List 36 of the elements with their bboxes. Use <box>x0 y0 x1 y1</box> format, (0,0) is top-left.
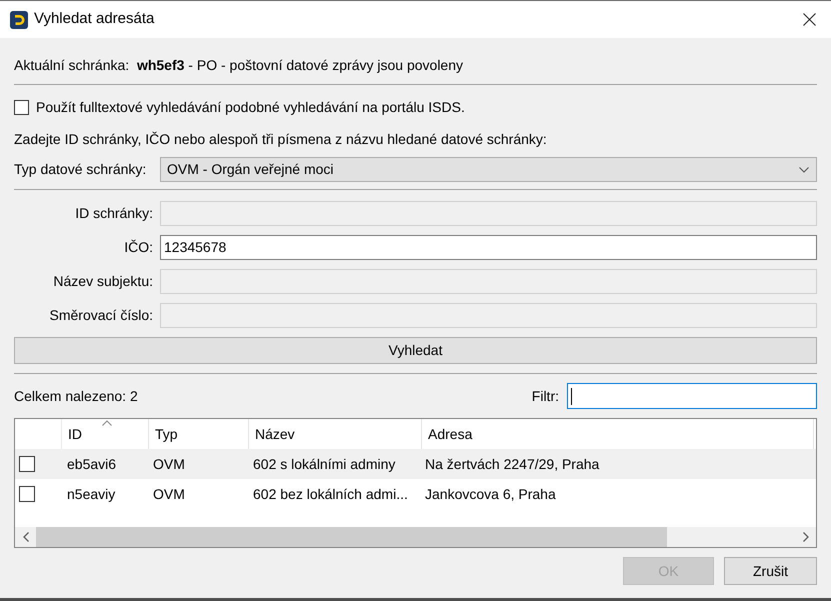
chevron-down-icon <box>799 166 809 172</box>
table-cell-text: OVM <box>152 484 185 504</box>
current-box-info: Aktuální schránka: wh5ef3 - PO - poštovní datové zprávy jsou povoleny <box>14 56 464 75</box>
table-cell-text: Jankovcova 6, Praha <box>424 484 556 504</box>
dropdown[interactable]: OVM - Orgán veřejné moci <box>160 157 817 182</box>
chevron-right-icon[interactable] <box>802 532 808 542</box>
field-label: Filtr: <box>532 386 559 406</box>
filter-field[interactable] <box>567 383 817 409</box>
field-label: Směrovací číslo: <box>48 306 153 325</box>
table-cell-text: Na žertvách 2247/29, Praha <box>424 454 600 474</box>
field-label: Název subjektu: <box>52 272 153 291</box>
window-title: Vyhledat adresáta <box>34 9 154 30</box>
app-logo-icon <box>10 10 28 28</box>
scrollbar-thumb[interactable] <box>36 527 667 547</box>
cancel-button[interactable]: Zrušit <box>724 557 817 585</box>
checkbox[interactable] <box>14 100 29 114</box>
table-cell-text: n5eaviy <box>66 484 116 504</box>
field-label: ID schránky: <box>74 204 153 223</box>
checkbox[interactable] <box>19 486 35 502</box>
horizontal-scrollbar[interactable] <box>15 527 816 547</box>
table-cell-text: OVM <box>152 454 185 474</box>
table-cell-text: 602 bez lokálních admi... <box>252 484 408 504</box>
checkbox[interactable] <box>19 456 35 472</box>
input-field[interactable]: 12345678 <box>160 235 817 260</box>
field-label: IČO: <box>123 238 153 257</box>
text-cursor-icon <box>571 388 572 404</box>
close-icon <box>802 13 816 26</box>
field-label: Typ datové schránky: <box>14 160 148 179</box>
instruction-text: Zadejte ID schránky, IČO nebo alespoň tři písmena z názvu hledané datové schránky: <box>14 130 547 149</box>
checkbox-label[interactable]: Použít fulltextové vyhledávání podobné vyhledávání na portálu ISDS. <box>36 96 465 118</box>
table-cell-text: 602 s lokálními adminy <box>252 454 396 474</box>
table-row[interactable]: eb5avi6 OVM 602 s lokálními adminy Na žertvách 2247/29, Praha <box>15 449 816 479</box>
table-cell-text: eb5avi6 <box>66 454 116 474</box>
results-count: Celkem nalezeno: 2 <box>14 386 138 406</box>
search-button[interactable]: Vyhledat <box>14 337 817 364</box>
chevron-left-icon[interactable] <box>22 532 28 542</box>
